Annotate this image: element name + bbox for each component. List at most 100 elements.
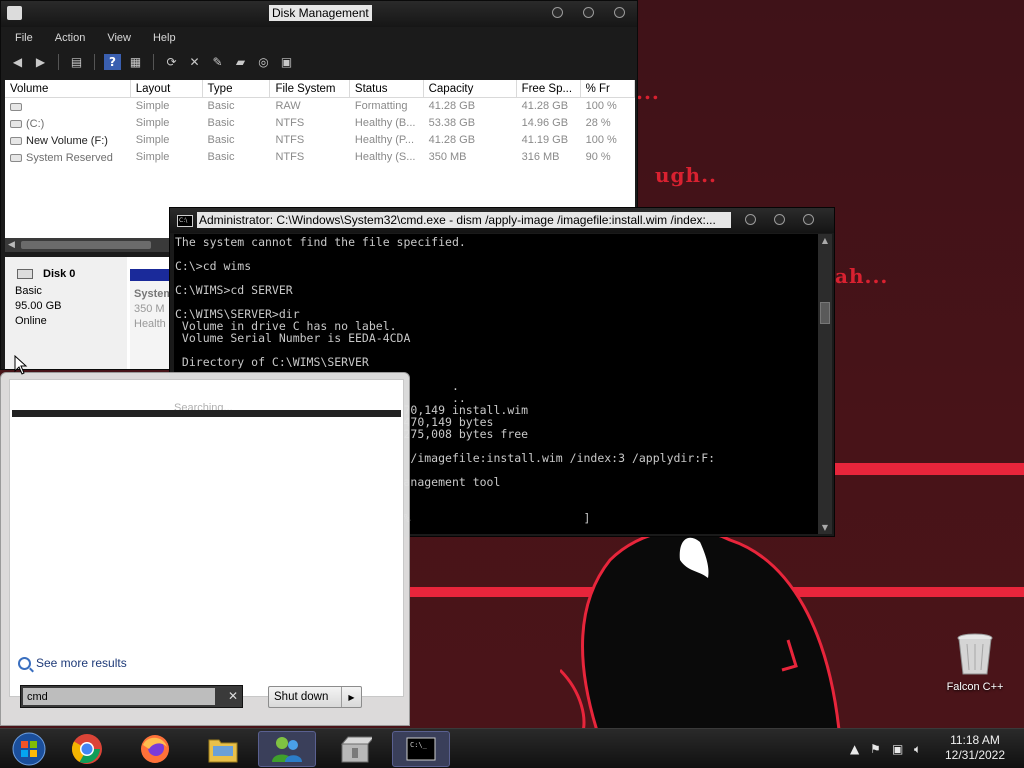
view-icon[interactable]: ▣ bbox=[278, 54, 295, 70]
properties-icon[interactable]: ▦ bbox=[127, 54, 144, 70]
delete-icon[interactable]: ✕ bbox=[186, 54, 203, 70]
type-cell: Basic bbox=[207, 117, 235, 129]
scrollbar-thumb[interactable] bbox=[21, 241, 151, 249]
status-cell: Healthy (B... bbox=[354, 117, 416, 129]
disk-kind: Basic bbox=[15, 285, 42, 297]
wallpaper-text: ... bbox=[636, 80, 660, 104]
archive-installer-icon bbox=[340, 736, 372, 763]
table-row[interactable]: System Reserved Simple Basic NTFS Health… bbox=[5, 149, 635, 166]
taskbar-file-explorer[interactable] bbox=[194, 731, 252, 767]
search-icon[interactable]: ◎ bbox=[255, 54, 272, 70]
system-tray: ▲ ⚑ ▣ 🔈︎ 11:18 AM 12/31/2022 bbox=[834, 729, 1024, 768]
capacity-cell: 41.28 GB bbox=[428, 100, 476, 112]
desktop-icon-recycle-bin[interactable]: Falcon C++ bbox=[940, 632, 1010, 693]
percent-cell: 100 % bbox=[585, 100, 617, 112]
capacity-cell: 53.38 GB bbox=[428, 117, 476, 129]
maximize-button[interactable] bbox=[774, 214, 785, 225]
minimize-button[interactable] bbox=[552, 7, 563, 18]
wallpaper-text: ugh.. bbox=[655, 163, 717, 187]
column-header[interactable]: Capacity bbox=[424, 80, 517, 97]
capacity-cell: 41.28 GB bbox=[428, 134, 476, 146]
wallpaper-stripe bbox=[835, 463, 1024, 475]
shutdown-options-arrow-icon[interactable]: ▶ bbox=[341, 687, 361, 707]
scroll-up-icon[interactable]: ▲ bbox=[820, 236, 830, 245]
table-row[interactable]: (C:) Simple Basic NTFS Healthy (B... 53.… bbox=[5, 115, 635, 132]
minimize-button[interactable] bbox=[745, 214, 756, 225]
column-header[interactable]: % Fr bbox=[581, 80, 635, 97]
percent-cell: 28 % bbox=[585, 117, 611, 129]
cmd-icon: C:\_ bbox=[406, 737, 436, 761]
disk-info[interactable]: Disk 0 Basic 95.00 GB Online bbox=[5, 257, 127, 369]
drive-icon bbox=[10, 102, 22, 111]
free-cell: 316 MB bbox=[521, 151, 560, 163]
title-bar[interactable]: Disk Management bbox=[1, 1, 637, 27]
menu-file[interactable]: File bbox=[15, 32, 33, 44]
disk-name: Disk 0 bbox=[43, 268, 76, 280]
shutdown-button[interactable]: Shut down ▶ bbox=[268, 686, 362, 708]
action-center-flag-icon[interactable]: ⚑ bbox=[870, 742, 881, 756]
desktop-icon-label: Falcon C++ bbox=[946, 681, 1004, 693]
drive-icon bbox=[10, 136, 22, 145]
start-search-box[interactable]: ✕ bbox=[20, 685, 243, 708]
menu-bar: File Action View Help bbox=[1, 27, 637, 49]
table-row[interactable]: Simple Basic RAW Formatting 41.28 GB 41.… bbox=[5, 98, 635, 115]
menu-view[interactable]: View bbox=[107, 32, 131, 44]
fs-cell: NTFS bbox=[275, 134, 305, 146]
taskbar-archive-installer[interactable] bbox=[326, 731, 384, 767]
column-header[interactable]: Free Sp... bbox=[517, 80, 581, 97]
column-header[interactable]: File System bbox=[270, 80, 350, 97]
console-tree-icon[interactable]: ▤ bbox=[68, 54, 85, 70]
magnifier-icon bbox=[18, 656, 31, 670]
volume-name: New Volume (F:) bbox=[26, 134, 108, 147]
scrollbar-thumb[interactable] bbox=[820, 302, 830, 324]
scroll-left-icon[interactable]: ◀ bbox=[8, 240, 15, 250]
scroll-down-icon[interactable]: ▼ bbox=[820, 523, 830, 532]
window-title: Administrator: C:\Windows\System32\cmd.e… bbox=[197, 212, 731, 228]
taskbar-cmd[interactable]: C:\_ bbox=[392, 731, 450, 767]
refresh-icon[interactable]: ⟳ bbox=[163, 54, 180, 70]
network-icon[interactable]: ▣ bbox=[892, 742, 903, 756]
taskbar-firefox[interactable] bbox=[126, 731, 184, 767]
start-button[interactable] bbox=[0, 731, 58, 767]
capacity-cell: 350 MB bbox=[428, 151, 467, 163]
menu-help[interactable]: Help bbox=[153, 32, 176, 44]
firefox-icon bbox=[141, 735, 169, 763]
taskbar: C:\_ ▲ ⚑ ▣ 🔈︎ 11:18 AM 12/31/2022 bbox=[0, 728, 1024, 768]
see-more-results-link[interactable]: See more results bbox=[18, 656, 127, 670]
clock[interactable]: 11:18 AM 12/31/2022 bbox=[940, 733, 1010, 763]
back-icon[interactable]: ◀ bbox=[9, 54, 26, 70]
title-bar[interactable]: C:\ Administrator: C:\Windows\System32\c… bbox=[170, 208, 834, 233]
console-line: Volume Serial Number is EEDA-4CDA bbox=[181, 331, 411, 345]
forward-icon[interactable]: ▶ bbox=[32, 54, 49, 70]
column-header[interactable]: Status bbox=[350, 80, 424, 97]
cmd-icon: C:\ bbox=[177, 215, 193, 227]
start-menu: Searching... See more results ✕ Shut dow… bbox=[0, 372, 410, 726]
clear-search-icon[interactable]: ✕ bbox=[228, 689, 238, 703]
search-input[interactable] bbox=[23, 688, 215, 705]
close-button[interactable] bbox=[803, 214, 814, 225]
recycle-bin-icon bbox=[957, 633, 993, 675]
shutdown-label: Shut down bbox=[274, 691, 329, 703]
column-header[interactable]: Volume bbox=[5, 80, 131, 97]
layout-cell: Simple bbox=[135, 134, 170, 146]
table-row[interactable]: New Volume (F:) Simple Basic NTFS Health… bbox=[5, 132, 635, 149]
column-header[interactable]: Layout bbox=[131, 80, 203, 97]
menu-action[interactable]: Action bbox=[55, 32, 86, 44]
volume-icon[interactable]: 🔈︎ bbox=[914, 742, 921, 757]
maximize-button[interactable] bbox=[583, 7, 594, 18]
disk-icon bbox=[17, 269, 33, 279]
taskbar-messenger[interactable] bbox=[258, 731, 316, 767]
open-folder-icon[interactable]: ▰ bbox=[232, 54, 249, 70]
vertical-scrollbar[interactable]: ▲ ▼ bbox=[818, 234, 832, 534]
wallpaper-figure bbox=[560, 528, 841, 728]
close-button[interactable] bbox=[614, 7, 625, 18]
free-cell: 41.19 GB bbox=[521, 134, 569, 146]
clock-time: 11:18 AM bbox=[950, 733, 1000, 747]
show-hidden-icons-chevron-icon[interactable]: ▲ bbox=[850, 742, 859, 756]
column-header[interactable]: Type bbox=[203, 80, 271, 97]
help-icon[interactable]: ? bbox=[104, 54, 121, 70]
taskbar-chrome[interactable] bbox=[58, 731, 116, 767]
edit-icon[interactable]: ✎ bbox=[209, 54, 226, 70]
disk-state: Online bbox=[15, 315, 47, 327]
disk-size: 95.00 GB bbox=[15, 300, 62, 312]
